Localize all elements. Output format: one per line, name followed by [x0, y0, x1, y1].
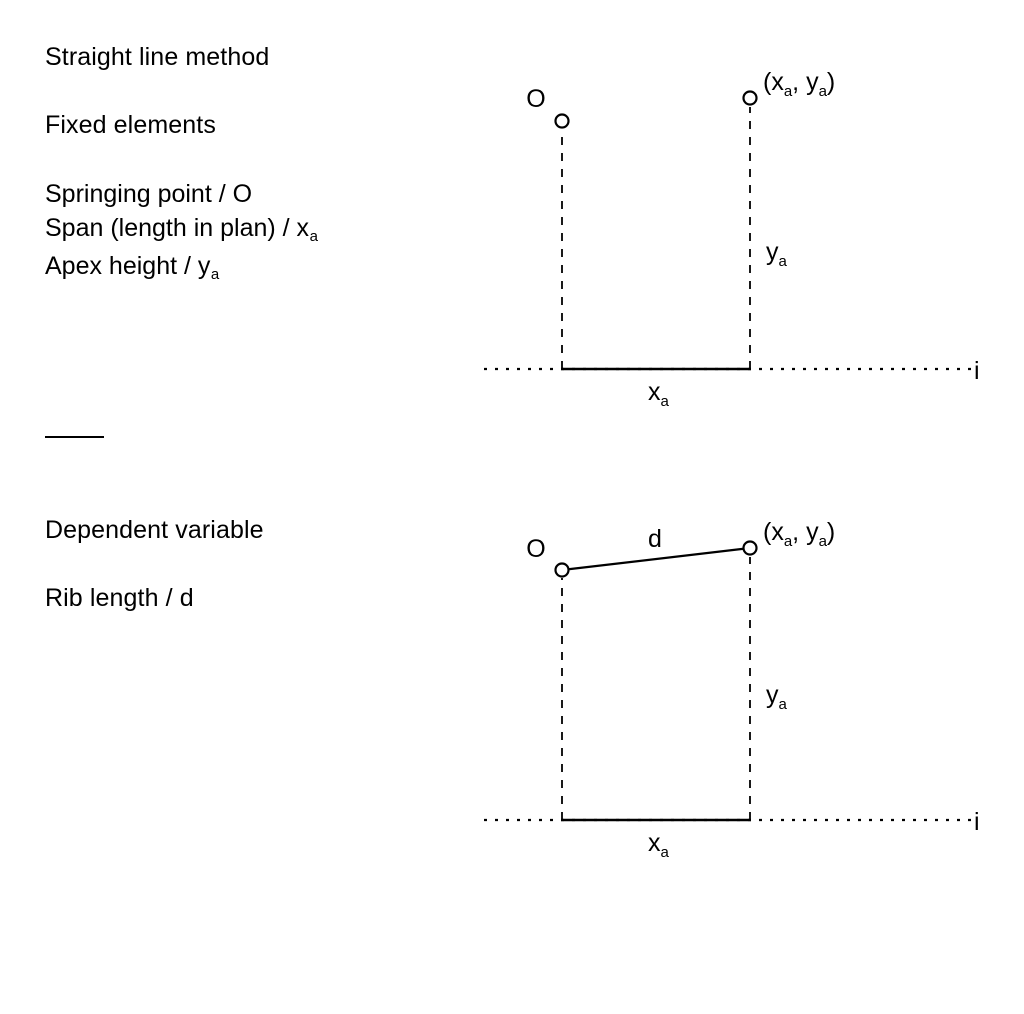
- baseline-label-top: i: [974, 357, 980, 385]
- diagrams-svg: O (xa, ya) ya xa i O d (xa, ya) ya xa i: [484, 68, 980, 861]
- apex-height-label-sub-bottom: a: [779, 696, 788, 713]
- origin-label-bottom: O: [526, 535, 545, 563]
- apex-point-marker-bottom: [742, 540, 758, 556]
- span-label-sub-top: a: [661, 393, 670, 410]
- apex-height-label-bottom: ya: [766, 681, 788, 713]
- apex-coordinate-open-bottom: (x: [763, 518, 784, 546]
- apex-point-marker-top: [742, 90, 758, 106]
- apex-coordinate-mid-top: , y: [792, 68, 819, 96]
- apex-height-label-text-top: y: [766, 238, 779, 266]
- apex-coordinate-close-bottom: ): [827, 518, 835, 546]
- apex-coordinate-mid-bottom: , y: [792, 518, 819, 546]
- springing-point-marker-bottom: [554, 562, 570, 578]
- apex-coordinate-label-top: (xa, ya): [763, 68, 835, 100]
- origin-label-top: O: [526, 85, 545, 113]
- span-label-sub-bottom: a: [661, 844, 670, 861]
- dependent-variable-diagram: O d (xa, ya) ya xa i: [484, 518, 980, 861]
- rib-length-label: d: [648, 525, 662, 553]
- apex-coordinate-label-bottom: (xa, ya): [763, 518, 835, 550]
- span-label-text-bottom: x: [648, 829, 661, 857]
- apex-coordinate-open-top: (x: [763, 68, 784, 96]
- figure-canvas: Straight line method Fixed elements Spri…: [0, 0, 1024, 1014]
- fixed-elements-diagram: O (xa, ya) ya xa i: [484, 68, 980, 410]
- apex-height-label-top: ya: [766, 238, 788, 270]
- span-label-top: xa: [648, 378, 670, 410]
- apex-height-label-sub-top: a: [779, 253, 788, 270]
- apex-coordinate-close-top: ): [827, 68, 835, 96]
- span-label-text-top: x: [648, 378, 661, 406]
- span-label-bottom: xa: [648, 829, 670, 861]
- springing-point-marker-top: [554, 113, 570, 129]
- apex-height-label-text-bottom: y: [766, 681, 779, 709]
- baseline-label-bottom: i: [974, 808, 980, 836]
